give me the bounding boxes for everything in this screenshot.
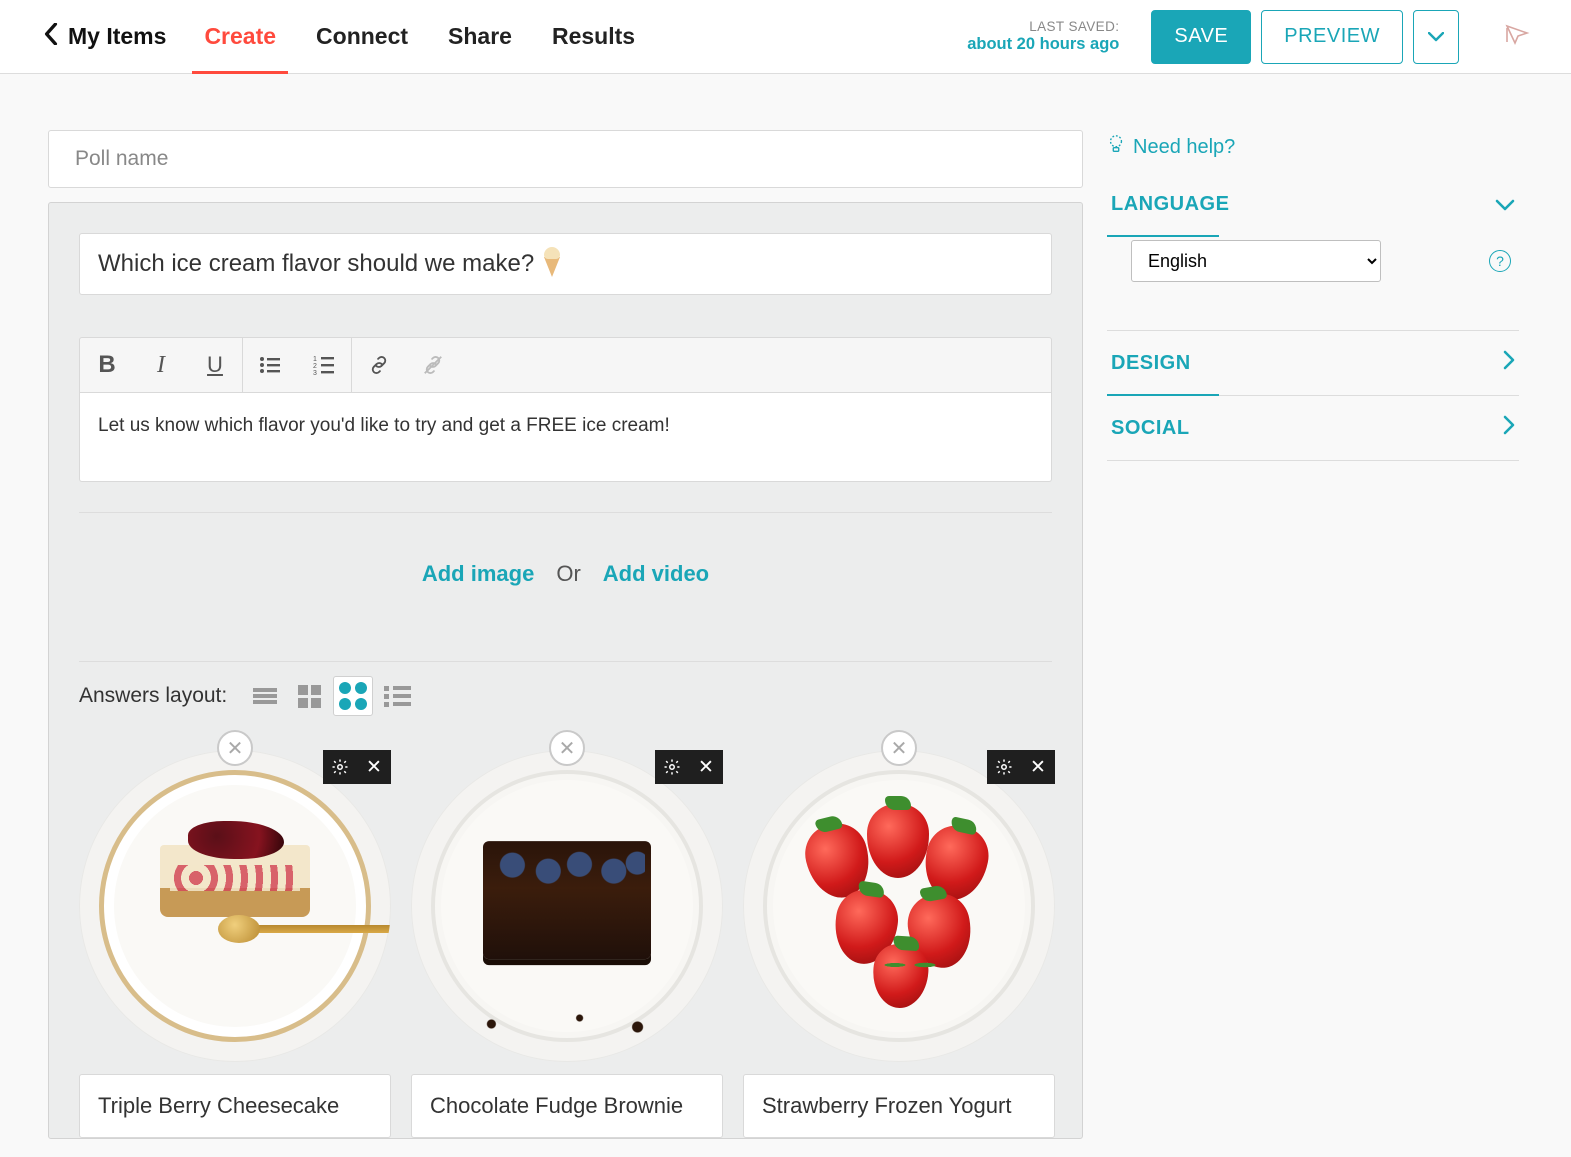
answer-label-input[interactable]: Chocolate Fudge Brownie xyxy=(411,1074,723,1138)
answer-image[interactable] xyxy=(79,750,391,1062)
help-icon[interactable]: ? xyxy=(1489,250,1511,272)
answer-image[interactable] xyxy=(411,750,723,1062)
social-title: SOCIAL xyxy=(1111,417,1190,440)
design-section: DESIGN xyxy=(1107,331,1519,396)
layout-detailed-icon[interactable] xyxy=(377,676,417,716)
answers-layout-label: Answers layout: xyxy=(79,684,227,708)
gear-icon[interactable] xyxy=(655,750,689,784)
svg-text:2: 2 xyxy=(313,363,317,370)
answer-remove-button[interactable]: ✕ xyxy=(549,730,585,766)
preview-button[interactable]: PREVIEW xyxy=(1261,10,1403,64)
chevron-down-icon xyxy=(1495,190,1515,218)
sidebar: Need help? LANGUAGE English ? DESIGN SOC xyxy=(1107,130,1519,1157)
need-help-label: Need help? xyxy=(1133,136,1235,159)
language-body: English ? xyxy=(1107,236,1519,330)
nav-my-items[interactable]: My Items xyxy=(66,0,184,74)
nav-share[interactable]: Share xyxy=(428,0,532,74)
nav-results[interactable]: Results xyxy=(532,0,655,74)
language-title: LANGUAGE xyxy=(1111,193,1229,216)
answer-card: ✕ ✕ Chocolate Fudge Brownie xyxy=(411,732,723,1138)
close-icon[interactable]: ✕ xyxy=(357,750,391,784)
italic-button[interactable]: I xyxy=(134,337,188,393)
answers-container: ✕ ✕ Triple Berry Cheesecake ✕ xyxy=(79,732,1052,1138)
poll-name-input[interactable] xyxy=(48,130,1083,188)
layout-list-icon[interactable] xyxy=(245,676,285,716)
design-title: DESIGN xyxy=(1111,352,1191,375)
rich-text-toolbar: B I U 123 xyxy=(79,337,1052,393)
media-row: Add image Or Add video xyxy=(79,513,1052,631)
chevron-right-icon xyxy=(1503,414,1515,442)
language-header[interactable]: LANGUAGE xyxy=(1107,172,1519,236)
question-input[interactable]: Which ice cream flavor should we make? xyxy=(79,233,1052,295)
back-arrow-icon[interactable] xyxy=(44,21,58,52)
social-section: SOCIAL xyxy=(1107,396,1519,461)
layout-grid-icon[interactable] xyxy=(289,676,329,716)
preview-dropdown-button[interactable] xyxy=(1413,10,1459,64)
lightbulb-icon xyxy=(1107,134,1125,160)
question-text: Which ice cream flavor should we make? xyxy=(98,250,534,278)
last-saved: LAST SAVED: about 20 hours ago xyxy=(967,19,1119,53)
layout-image-grid-icon[interactable] xyxy=(333,676,373,716)
save-button[interactable]: SAVE xyxy=(1151,10,1251,64)
svg-text:3: 3 xyxy=(313,370,317,376)
answer-image[interactable] xyxy=(743,750,1055,1062)
editor-column: Which ice cream flavor should we make? B… xyxy=(48,130,1083,1157)
close-icon[interactable]: ✕ xyxy=(689,750,723,784)
add-image-link[interactable]: Add image xyxy=(422,561,534,587)
ice-cream-emoji-icon xyxy=(544,257,560,277)
answer-image-toolbar: ✕ xyxy=(987,750,1055,784)
svg-text:1: 1 xyxy=(313,356,317,363)
gear-icon[interactable] xyxy=(323,750,357,784)
answers-layout-row: Answers layout: xyxy=(79,662,1052,724)
cursor-icon[interactable] xyxy=(1505,23,1531,50)
nav-create[interactable]: Create xyxy=(184,0,296,74)
editor-box: Which ice cream flavor should we make? B… xyxy=(48,202,1083,1139)
design-header[interactable]: DESIGN xyxy=(1107,331,1519,395)
bullet-list-button[interactable] xyxy=(243,337,297,393)
bold-button[interactable]: B xyxy=(80,337,134,393)
description-editor[interactable]: Let us know which flavor you'd like to t… xyxy=(79,393,1052,482)
answer-remove-button[interactable]: ✕ xyxy=(881,730,917,766)
need-help-link[interactable]: Need help? xyxy=(1107,134,1519,160)
nav-connect[interactable]: Connect xyxy=(296,0,428,74)
numbered-list-button[interactable]: 123 xyxy=(297,337,351,393)
answer-card: ✕ ✕ Strawberry Frozen Yogurt xyxy=(743,732,1055,1138)
top-bar: My Items Create Connect Share Results LA… xyxy=(0,0,1571,74)
main-area: Which ice cream flavor should we make? B… xyxy=(0,74,1571,1157)
answer-image-toolbar: ✕ xyxy=(655,750,723,784)
answer-remove-button[interactable]: ✕ xyxy=(217,730,253,766)
language-select[interactable]: English xyxy=(1131,240,1381,282)
last-saved-label: LAST SAVED: xyxy=(967,19,1119,35)
answer-label-input[interactable]: Strawberry Frozen Yogurt xyxy=(743,1074,1055,1138)
answer-label-input[interactable]: Triple Berry Cheesecake xyxy=(79,1074,391,1138)
gear-icon[interactable] xyxy=(987,750,1021,784)
underline-button[interactable]: U xyxy=(188,337,242,393)
close-icon[interactable]: ✕ xyxy=(1021,750,1055,784)
add-video-link[interactable]: Add video xyxy=(603,561,709,587)
media-or-label: Or xyxy=(556,561,580,587)
answer-card: ✕ ✕ Triple Berry Cheesecake xyxy=(79,732,391,1138)
unlink-button[interactable] xyxy=(406,337,460,393)
answer-image-toolbar: ✕ xyxy=(323,750,391,784)
language-section: LANGUAGE English ? xyxy=(1107,172,1519,331)
chevron-right-icon xyxy=(1503,349,1515,377)
link-button[interactable] xyxy=(352,337,406,393)
last-saved-time[interactable]: about 20 hours ago xyxy=(967,35,1119,54)
social-header[interactable]: SOCIAL xyxy=(1107,396,1519,460)
